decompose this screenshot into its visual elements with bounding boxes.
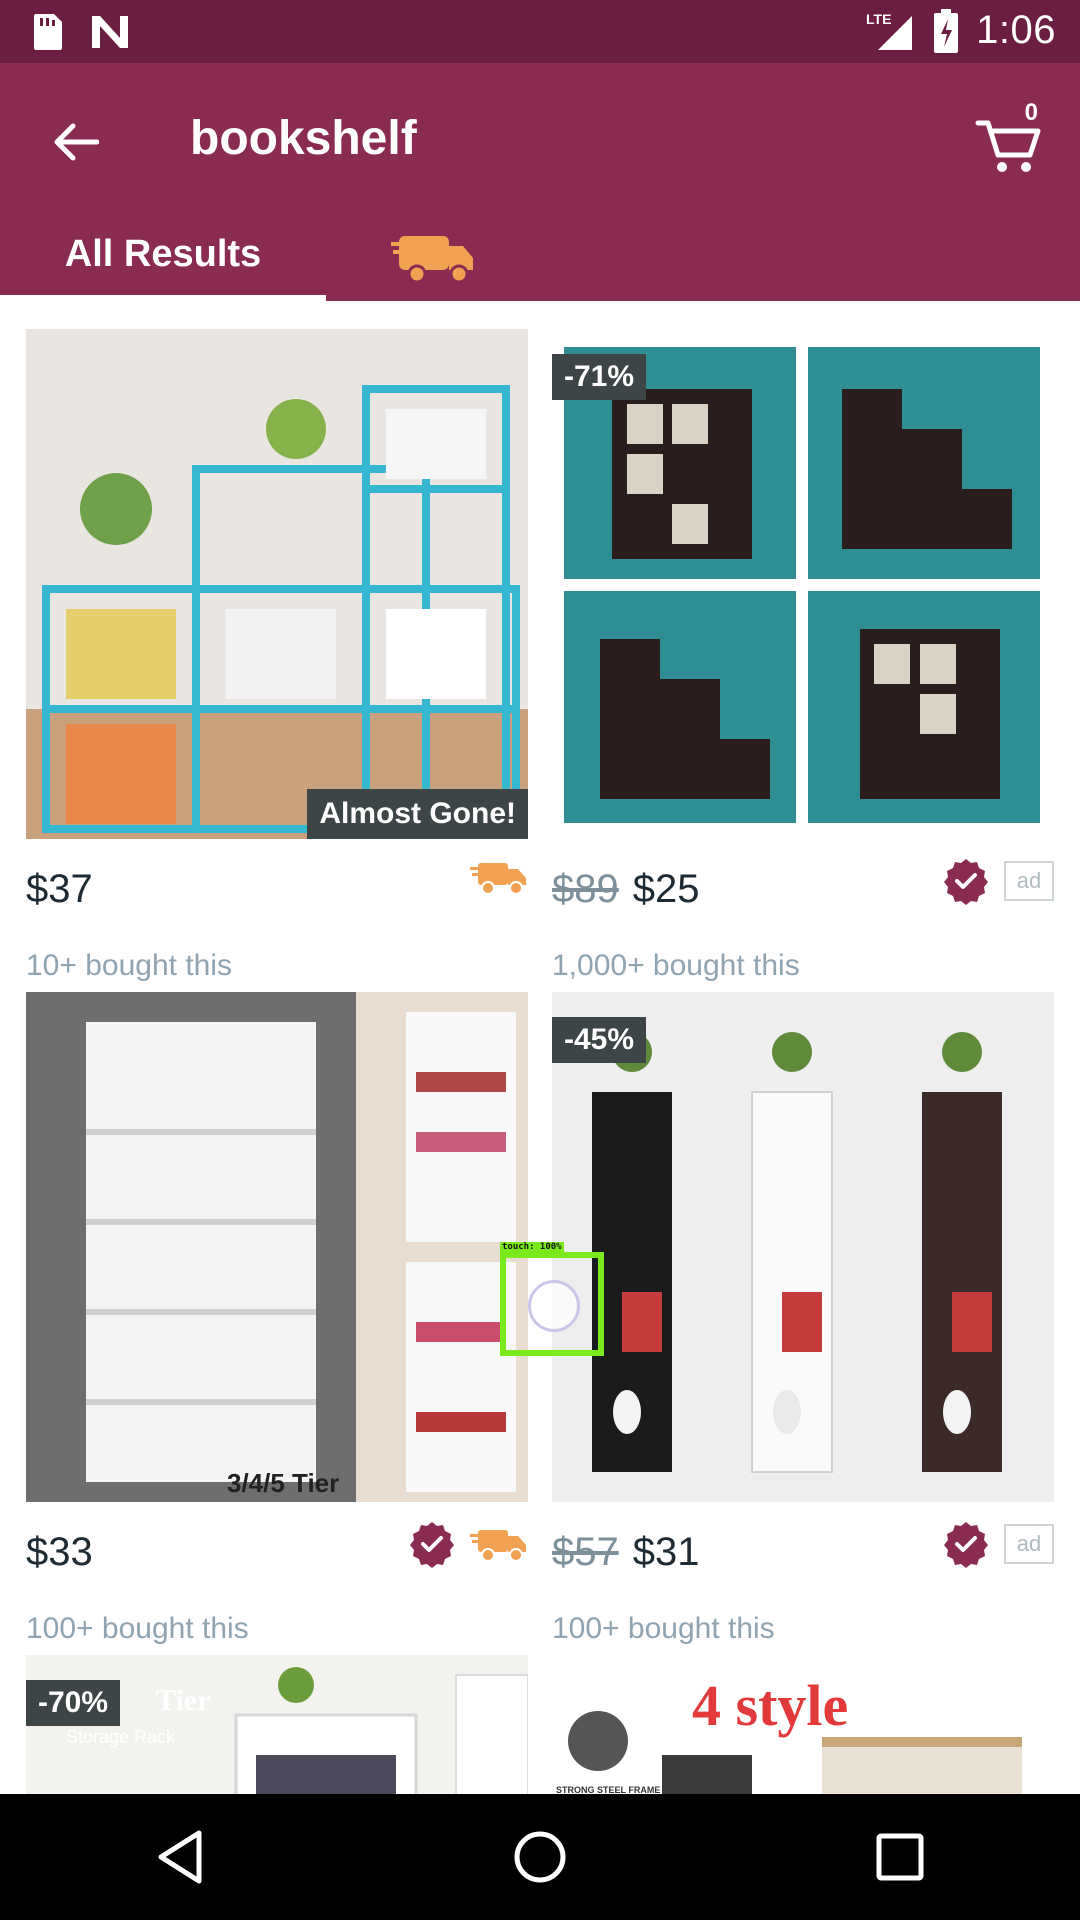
price: $25 bbox=[632, 866, 700, 911]
circle-home-icon bbox=[514, 1831, 566, 1883]
tab-fast-shipping[interactable] bbox=[380, 213, 490, 301]
image-subtitle: Storage Rack bbox=[66, 1727, 176, 1747]
signal-lte-icon: LTE bbox=[866, 11, 913, 50]
system-nav-bar bbox=[0, 1794, 1080, 1920]
triangle-back-icon bbox=[158, 1830, 202, 1884]
product-grid: Almost Gone! $37 10+ bought this -71% $8… bbox=[0, 301, 1080, 1795]
verified-badge-icon bbox=[410, 1522, 454, 1568]
cart-icon bbox=[975, 120, 1041, 172]
cart-button[interactable] bbox=[970, 101, 1050, 181]
bought-count: 100+ bought this bbox=[26, 1612, 249, 1645]
product-card[interactable]: -71% $89 $25 ad 1,000+ bought this bbox=[552, 329, 1054, 982]
battery-charging-icon bbox=[934, 8, 959, 53]
product-card[interactable]: -45% $57 $31 ad 100+ bought this bbox=[552, 992, 1054, 1645]
product-badges bbox=[470, 857, 528, 897]
product-badges bbox=[408, 1520, 528, 1568]
verified-badge-icon bbox=[944, 1522, 988, 1568]
original-price: $89 bbox=[552, 866, 619, 911]
bought-count: 10+ bought this bbox=[26, 949, 233, 982]
notification-n-icon bbox=[92, 16, 128, 48]
discount-badge: -71% bbox=[552, 354, 647, 400]
product-image[interactable] bbox=[552, 329, 1054, 839]
nav-home-button[interactable] bbox=[500, 1817, 580, 1897]
app-bar: bookshelf 0 All Results bbox=[0, 63, 1080, 301]
square-recents-icon bbox=[876, 1833, 924, 1881]
touch-indicator-label: touch: 100% bbox=[500, 1242, 564, 1252]
almost-gone-badge: Almost Gone! bbox=[307, 789, 528, 839]
product-card[interactable]: Tier Storage Rack -70% bbox=[26, 1655, 528, 1795]
image-title: Tier bbox=[156, 1684, 210, 1717]
fast-shipping-icon bbox=[470, 863, 526, 895]
ad-label: ad bbox=[1004, 1524, 1054, 1564]
fast-shipping-icon bbox=[470, 1530, 526, 1562]
verified-badge-icon bbox=[944, 859, 988, 905]
product-badges: ad bbox=[942, 857, 1054, 905]
tier-label: 3/4/5 Tier bbox=[227, 1468, 340, 1498]
product-card[interactable]: 4 style STRONG STEEL FRAME bbox=[552, 1655, 1054, 1795]
product-image[interactable] bbox=[552, 992, 1054, 1502]
product-image[interactable]: 4 style STRONG STEEL FRAME bbox=[552, 1655, 1054, 1795]
price: $33 bbox=[26, 1529, 93, 1574]
tab-all-results[interactable]: All Results bbox=[0, 213, 326, 301]
sd-card-icon bbox=[34, 14, 62, 50]
arrow-left-icon bbox=[54, 123, 99, 161]
image-title: 4 style bbox=[692, 1673, 848, 1738]
nav-back-button[interactable] bbox=[140, 1817, 220, 1897]
original-price: $57 bbox=[552, 1529, 619, 1574]
product-badges: ad bbox=[942, 1520, 1054, 1568]
clock: 1:06 bbox=[976, 8, 1056, 52]
bought-count: 1,000+ bought this bbox=[552, 949, 800, 982]
discount-badge: -70% bbox=[26, 1680, 121, 1726]
status-bar: LTE 1:06 bbox=[0, 0, 1080, 63]
price-row: $37 bbox=[26, 859, 528, 919]
discount-badge: -45% bbox=[552, 1017, 647, 1063]
ad-label: ad bbox=[1004, 861, 1054, 901]
bought-count: 100+ bought this bbox=[552, 1612, 775, 1645]
price: $37 bbox=[26, 866, 93, 911]
delivery-truck-icon bbox=[391, 236, 473, 284]
product-card[interactable]: Almost Gone! $37 10+ bought this bbox=[26, 329, 528, 982]
cart-count-badge: 0 bbox=[1024, 99, 1038, 126]
nav-recents-button[interactable] bbox=[860, 1817, 940, 1897]
price: $31 bbox=[632, 1529, 700, 1574]
touch-indicator bbox=[500, 1252, 604, 1356]
product-image[interactable] bbox=[26, 992, 528, 1502]
product-image[interactable] bbox=[26, 329, 528, 839]
product-card[interactable]: 3/4/5 Tier $33 100+ bought this bbox=[26, 992, 528, 1645]
svg-text:LTE: LTE bbox=[866, 11, 891, 27]
page-title: bookshelf bbox=[190, 112, 417, 165]
back-button[interactable] bbox=[40, 107, 110, 177]
